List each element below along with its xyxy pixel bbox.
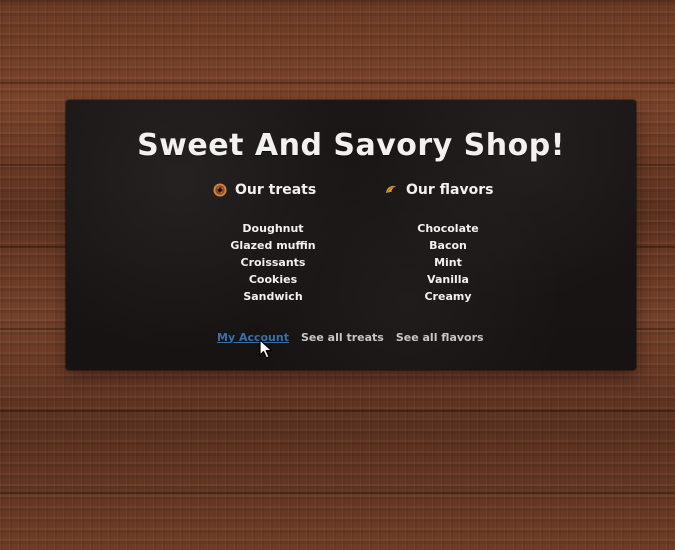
see-all-flavors-link[interactable]: See all flavors <box>396 331 484 344</box>
treats-heading: Our treats <box>213 181 316 199</box>
treat-item: Glazed muffin <box>230 239 316 252</box>
treats-list: Doughnut Glazed muffin Croissants Cookie… <box>203 220 343 305</box>
flavor-item: Chocolate <box>417 222 479 235</box>
menu-board: Sweet And Savory Shop! Our treats Our fl… <box>66 100 636 370</box>
treat-item: Croissants <box>240 256 306 269</box>
my-account-link[interactable]: My Account <box>217 331 289 344</box>
flavor-item: Mint <box>434 256 462 269</box>
flavors-list: Chocolate Bacon Mint Vanilla Creamy <box>378 220 518 305</box>
flavor-item: Vanilla <box>427 273 469 286</box>
treat-item: Doughnut <box>242 222 304 235</box>
footer-nav: My Account See all treats See all flavor… <box>217 329 484 345</box>
page-title: Sweet And Savory Shop! <box>137 128 565 163</box>
flavor-item: Creamy <box>424 290 472 303</box>
flavor-item: Bacon <box>429 239 467 252</box>
treat-item: Cookies <box>248 273 298 286</box>
flavors-heading-label: Our flavors <box>406 182 494 198</box>
see-all-treats-link[interactable]: See all treats <box>301 331 384 344</box>
treats-heading-label: Our treats <box>235 182 317 198</box>
doughnut-icon <box>213 183 227 197</box>
flavors-heading: Our flavors <box>384 181 493 199</box>
croissant-icon <box>384 183 398 197</box>
treat-item: Sandwich <box>243 290 303 303</box>
